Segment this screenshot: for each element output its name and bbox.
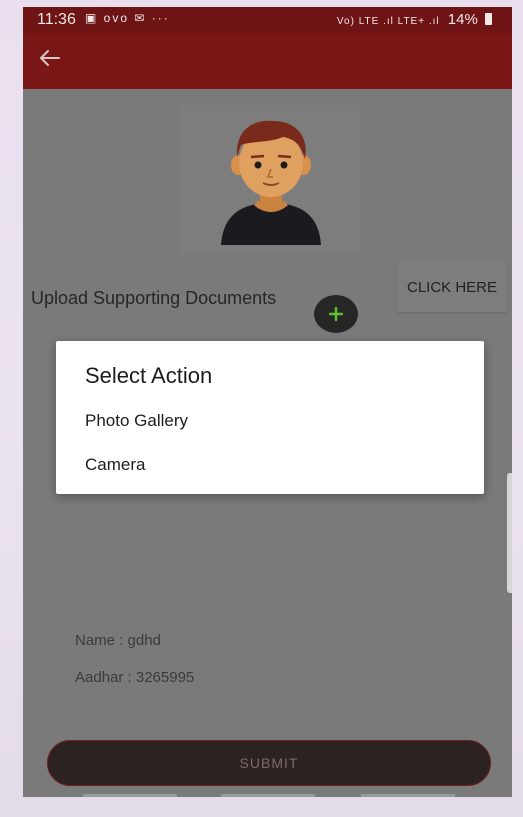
phone-screen: 11:36 ▣ ovo ✉ ··· Vo) LTE .ıl LTE+ .ıl 1… xyxy=(23,7,512,797)
scroll-handle[interactable] xyxy=(507,473,512,593)
app-bar xyxy=(23,33,512,89)
nav-hint-right xyxy=(361,794,455,797)
person-avatar-icon xyxy=(221,120,321,245)
submit-button[interactable]: SUBMIT xyxy=(47,740,491,786)
add-photo-button[interactable] xyxy=(314,295,358,333)
camera-label: Camera xyxy=(85,455,146,474)
nav-hint-left xyxy=(83,794,177,797)
notification-icons: ▣ ovo ✉ ··· xyxy=(85,11,170,25)
photo-gallery-option[interactable]: Photo Gallery xyxy=(56,401,484,441)
click-here-button[interactable]: CLICK HERE xyxy=(397,262,507,312)
nav-hint-center xyxy=(221,794,315,797)
plus-icon xyxy=(329,307,343,321)
back-arrow-icon[interactable] xyxy=(39,47,69,73)
aadhar-value: Aadhar : 3265995 xyxy=(75,669,195,686)
status-time: 11:36 xyxy=(37,11,76,28)
name-value: Name : gdhd xyxy=(75,632,161,649)
camera-option[interactable]: Camera xyxy=(56,445,484,485)
battery-icon xyxy=(485,13,492,25)
battery-percent: 14% xyxy=(447,11,478,28)
status-bar: 11:36 ▣ ovo ✉ ··· Vo) LTE .ıl LTE+ .ıl 1… xyxy=(23,7,512,33)
photo-gallery-label: Photo Gallery xyxy=(85,411,188,430)
upload-documents-label: Upload Supporting Documents xyxy=(31,288,277,308)
status-right: Vo) LTE .ıl LTE+ .ıl 14% xyxy=(337,11,492,28)
signal-icon: Vo) LTE .ıl LTE+ .ıl xyxy=(336,16,440,27)
arrow-left-icon xyxy=(40,50,60,66)
dialog-title: Select Action xyxy=(85,363,213,388)
select-action-dialog: Select Action Photo Gallery Camera xyxy=(56,341,484,494)
profile-photo[interactable] xyxy=(181,105,361,253)
